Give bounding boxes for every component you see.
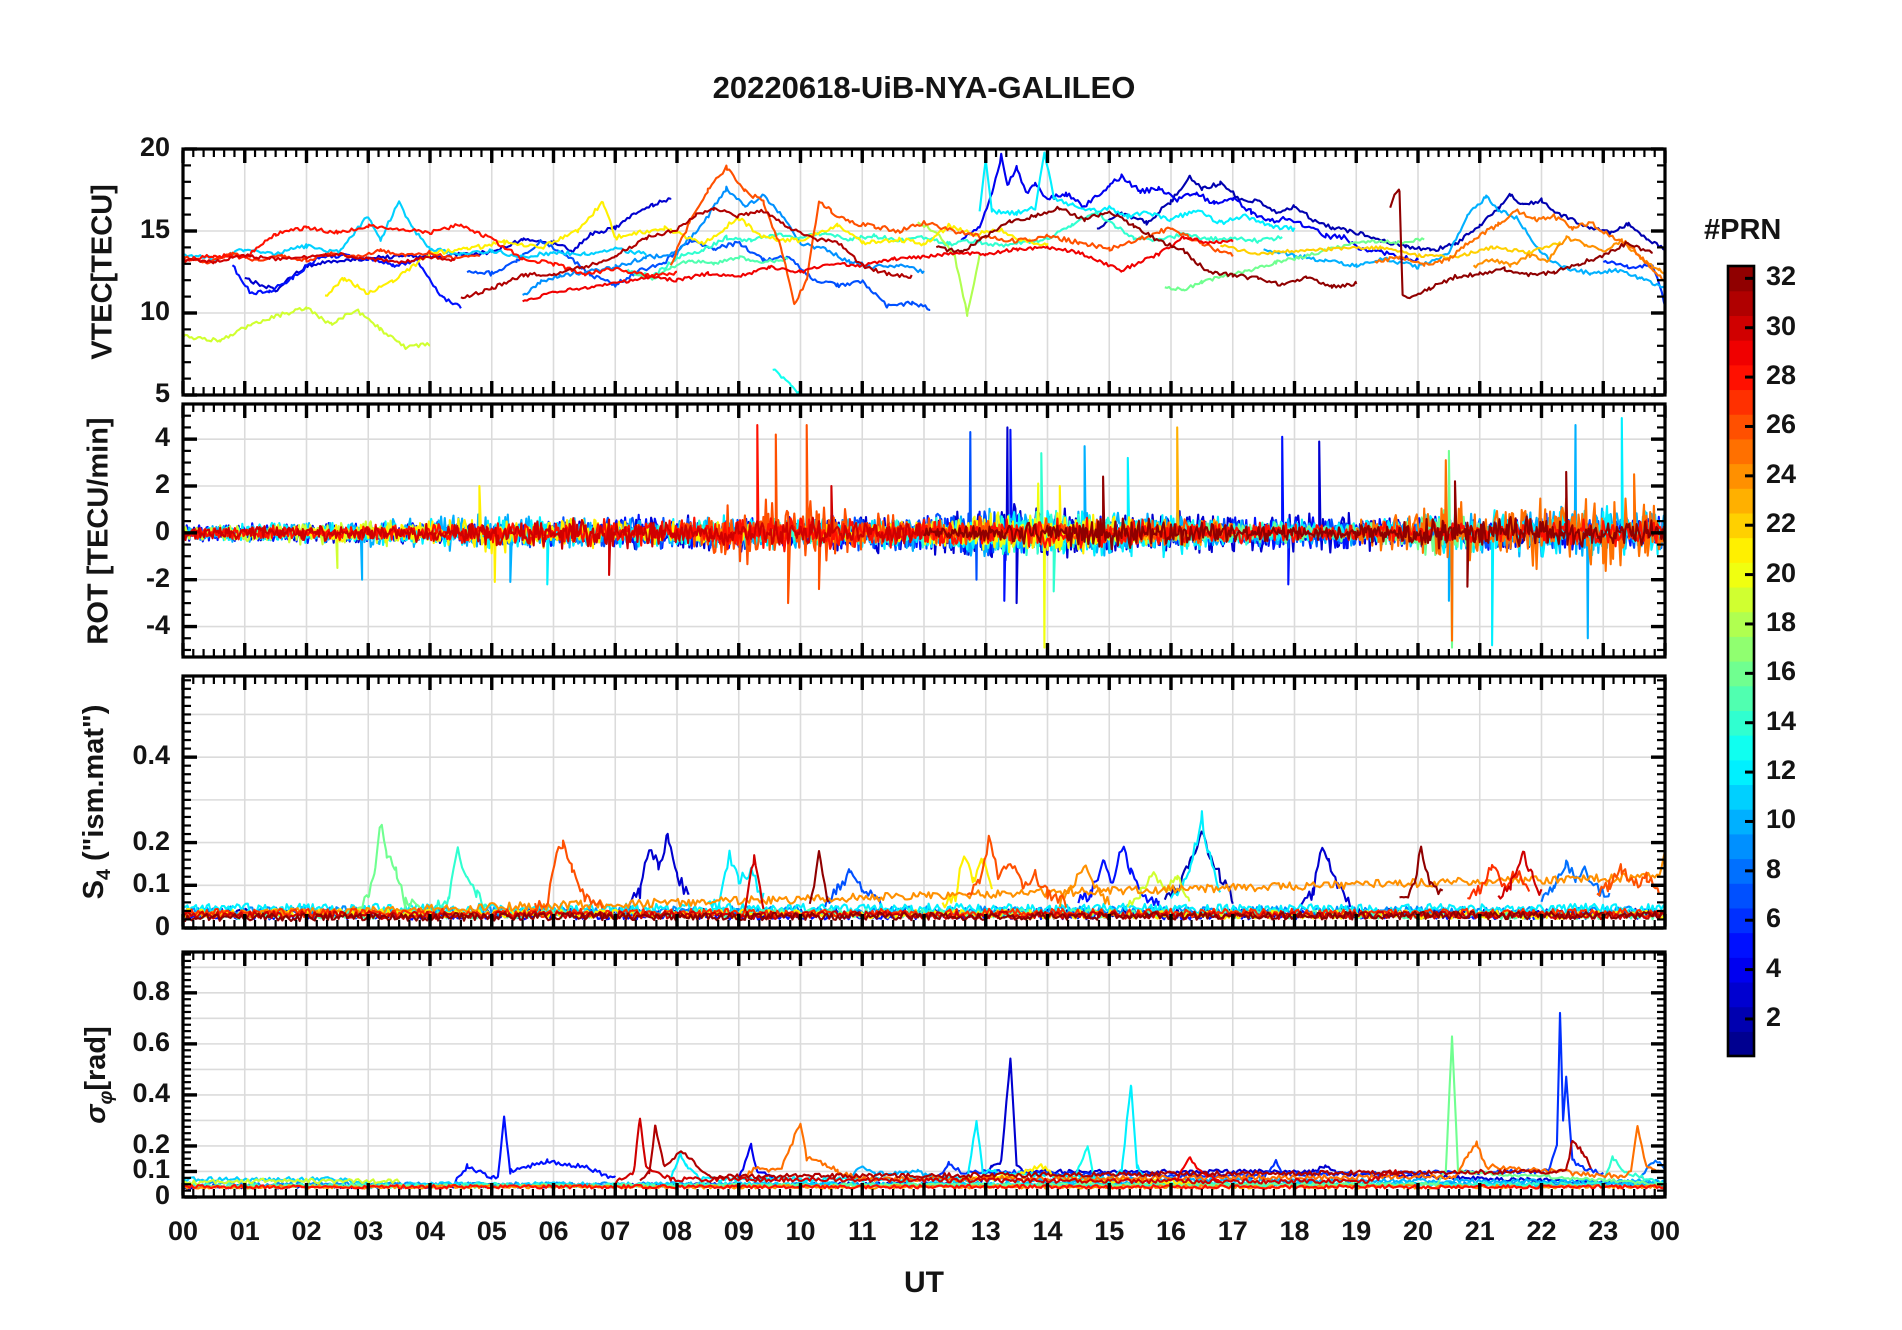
- colorbar-tick-16: 16: [1766, 656, 1797, 687]
- x-tick-24: 00: [1649, 1216, 1681, 1246]
- x-tick-13: 13: [970, 1216, 1001, 1246]
- x-tick-17: 17: [1217, 1216, 1248, 1246]
- x-tick-1: 01: [229, 1216, 260, 1246]
- colorbar-tick-20: 20: [1766, 557, 1797, 588]
- x-tick-6: 06: [538, 1216, 569, 1246]
- x-tick-2: 02: [291, 1216, 322, 1246]
- series-prn-24: [1058, 864, 1111, 908]
- x-axis-label: UT: [904, 1266, 944, 1299]
- x-tick-3: 03: [353, 1216, 384, 1246]
- x-tick-8: 08: [661, 1216, 693, 1246]
- colorbar-tick-6: 6: [1766, 903, 1782, 934]
- chart-canvas: [181, 147, 1756, 1199]
- colorbar-tick-14: 14: [1766, 705, 1797, 736]
- series-prn-12: [669, 1084, 1148, 1183]
- x-tick-10: 10: [785, 1216, 816, 1246]
- colorbar-segment-prn-31: [1728, 290, 1754, 316]
- colorbar-tick-30: 30: [1766, 310, 1797, 341]
- y-tick-sig-0.2: 0.2: [132, 1128, 170, 1159]
- colorbar-segment-prn-23: [1728, 488, 1754, 514]
- x-tick-4: 04: [414, 1216, 446, 1246]
- x-tick-21: 21: [1464, 1216, 1495, 1246]
- series-prn-21: [324, 200, 1049, 297]
- series-prn-14: [626, 211, 1283, 279]
- y-tick-vtec-5: 5: [154, 378, 170, 408]
- y-axis-label-rot: ROT [TECU/min]: [82, 416, 115, 645]
- x-tick-15: 15: [1094, 1216, 1125, 1246]
- colorbar-segment-prn-15: [1728, 685, 1754, 711]
- y-tick-s4-0: 0: [154, 911, 170, 941]
- x-tick-12: 12: [908, 1216, 940, 1246]
- chart-title: 20220618-UiB-NYA-GALILEO: [712, 70, 1136, 105]
- x-tick-5: 05: [476, 1216, 507, 1246]
- y-axis-label-vtec: VTEC[TECU]: [86, 184, 119, 360]
- colorbar-tick-10: 10: [1766, 804, 1797, 835]
- colorbar-segment-prn-1: [1728, 1031, 1754, 1057]
- series-prn-7: [824, 868, 882, 908]
- series-prn-3: [1299, 846, 1352, 908]
- x-tick-14: 14: [1032, 1216, 1063, 1246]
- series-prn-5: [453, 1115, 617, 1185]
- x-tick-23: 23: [1588, 1216, 1619, 1246]
- x-tick-16: 16: [1155, 1216, 1187, 1246]
- colorbar-tick-32: 32: [1766, 261, 1797, 292]
- series-prn-13: [772, 368, 803, 395]
- series-prn-26: [966, 834, 1068, 908]
- y-tick-vtec-20: 20: [139, 132, 170, 162]
- colorbar-tick-22: 22: [1766, 508, 1797, 539]
- series-prn-14: [435, 846, 487, 911]
- colorbar-tick-8: 8: [1766, 853, 1782, 884]
- colorbar-tick-24: 24: [1766, 458, 1797, 489]
- series-prn-32: [1399, 845, 1444, 899]
- colorbar-segment-prn-9: [1728, 833, 1754, 860]
- x-tick-19: 19: [1341, 1216, 1372, 1246]
- series-prn-32: [935, 205, 1358, 289]
- colorbar-tick-2: 2: [1766, 1001, 1782, 1032]
- series-prn-26: [676, 424, 1234, 605]
- x-tick-9: 09: [723, 1216, 754, 1246]
- series-prn-3: [626, 832, 690, 909]
- colorbar-tick-4: 4: [1766, 952, 1782, 983]
- series-prn-16: [355, 823, 425, 918]
- x-tick-18: 18: [1279, 1216, 1310, 1246]
- colorbar-segment-prn-13: [1728, 735, 1754, 761]
- colorbar-segment-prn-25: [1728, 438, 1754, 465]
- colorbar-segment-prn-5: [1728, 932, 1754, 958]
- series-prn-18: [917, 221, 981, 317]
- colorbar-segment-prn-21: [1728, 537, 1754, 563]
- colorbar-segment-prn-3: [1728, 981, 1754, 1008]
- y-axis-label-s4: S4 ("ism.mat"): [78, 704, 115, 900]
- colorbar-segment-prn-27: [1728, 389, 1754, 415]
- series-prn-7: [459, 431, 1665, 581]
- figure: 20220618-UiB-NYA-GALILEO UT #PRN 5 10 15 20…: [0, 0, 1902, 1330]
- series-prn-25: [1355, 459, 1665, 642]
- colorbar-segment-prn-7: [1728, 883, 1754, 909]
- x-tick-7: 07: [600, 1216, 631, 1246]
- x-tick-0: 00: [167, 1216, 199, 1246]
- colorbar-tick-18: 18: [1766, 606, 1797, 637]
- y-axis-label-sig: σφ[rad]: [80, 1025, 117, 1124]
- colorbar-tick-26: 26: [1766, 409, 1797, 440]
- colorbar-title: #PRN: [1704, 214, 1782, 246]
- series-prn-26: [533, 839, 604, 912]
- colorbar-tick-12: 12: [1766, 755, 1797, 786]
- colorbar-segment-prn-17: [1728, 636, 1754, 662]
- colorbar-segment-prn-29: [1728, 340, 1754, 366]
- colorbar-tick-28: 28: [1766, 360, 1797, 391]
- x-tick-11: 11: [847, 1216, 877, 1246]
- colorbar-segment-prn-11: [1728, 784, 1754, 810]
- y-tick-sig-0.8: 0.8: [132, 975, 170, 1006]
- x-tick-20: 20: [1402, 1216, 1434, 1246]
- x-tick-22: 22: [1526, 1216, 1557, 1246]
- colorbar-segment-prn-19: [1728, 586, 1754, 613]
